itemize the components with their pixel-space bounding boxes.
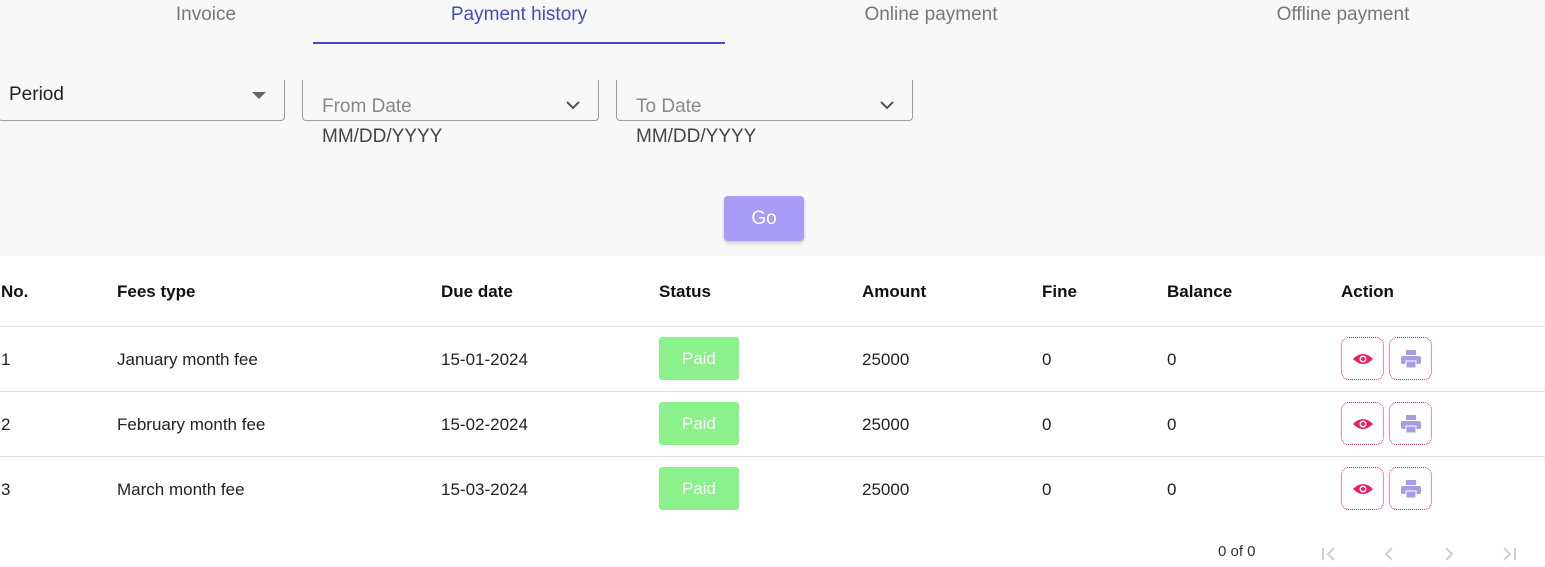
chevron-left-icon	[1384, 547, 1393, 561]
amount: 25000	[862, 480, 910, 499]
column-header-due-date: Due date	[441, 282, 513, 301]
view-button[interactable]	[1341, 402, 1384, 445]
due-date: 15-03-2024	[441, 480, 528, 499]
status-badge: Paid	[659, 467, 739, 510]
due-date: 15-01-2024	[441, 350, 528, 369]
amount: 25000	[862, 415, 910, 434]
period-select-value: Period	[9, 84, 64, 105]
due-date: 15-02-2024	[441, 415, 528, 434]
print-button[interactable]	[1389, 337, 1432, 380]
balance: 0	[1167, 415, 1177, 434]
header-divider	[0, 326, 1545, 327]
column-header-fine: Fine	[1042, 282, 1077, 301]
from-date-hint: MM/DD/YYYY	[322, 126, 443, 147]
row-number: 2	[1, 415, 11, 434]
caret-down-icon	[252, 92, 266, 99]
amount: 25000	[862, 350, 910, 369]
pagination-range: 0 of 0	[1218, 543, 1256, 560]
next-page-button[interactable]	[1437, 542, 1461, 566]
row-divider	[0, 391, 1545, 392]
tab-offline-payment[interactable]: Offline payment	[1137, 0, 1545, 44]
column-header-fees-type: Fees type	[117, 282, 196, 301]
to-date-field[interactable]: To Date	[616, 80, 913, 121]
printer-icon	[1400, 479, 1421, 498]
last-page-icon	[1503, 547, 1516, 561]
tab-bar: Invoice Payment history Online payment O…	[0, 0, 1545, 44]
fine: 0	[1042, 415, 1052, 434]
balance: 0	[1167, 350, 1177, 369]
to-date-hint: MM/DD/YYYY	[636, 126, 757, 147]
filter-area: Invoice Payment history Online payment O…	[0, 0, 1545, 256]
eye-icon	[1352, 483, 1373, 494]
fees-type: February month fee	[117, 415, 266, 434]
balance: 0	[1167, 480, 1177, 499]
print-button[interactable]	[1389, 402, 1432, 445]
eye-icon	[1352, 353, 1373, 364]
to-date-label: To Date	[636, 96, 702, 117]
print-button[interactable]	[1389, 467, 1432, 510]
row-divider	[0, 456, 1545, 457]
tab-online-payment[interactable]: Online payment	[725, 0, 1137, 44]
chevron-down-icon	[566, 101, 580, 110]
chevron-right-icon	[1445, 547, 1454, 561]
fees-type: March month fee	[117, 480, 245, 499]
from-date-field[interactable]: From Date	[302, 80, 599, 121]
from-date-label: From Date	[322, 96, 412, 117]
prev-page-button[interactable]	[1377, 542, 1401, 566]
view-button[interactable]	[1341, 337, 1384, 380]
row-number: 1	[1, 350, 11, 369]
column-header-amount: Amount	[862, 282, 927, 301]
period-select[interactable]: Period	[0, 80, 285, 121]
first-page-button[interactable]	[1317, 542, 1341, 566]
status-badge: Paid	[659, 337, 739, 380]
last-page-button[interactable]	[1497, 542, 1521, 566]
column-header-status: Status	[659, 282, 711, 301]
chevron-down-icon	[880, 101, 894, 110]
view-button[interactable]	[1341, 467, 1384, 510]
fees-type: January month fee	[117, 350, 258, 369]
status-badge: Paid	[659, 402, 739, 445]
column-header-no: No.	[1, 282, 29, 301]
fine: 0	[1042, 350, 1052, 369]
printer-icon	[1400, 349, 1421, 368]
printer-icon	[1400, 414, 1421, 433]
column-header-balance: Balance	[1167, 282, 1233, 301]
fine: 0	[1042, 480, 1052, 499]
column-header-action: Action	[1341, 282, 1394, 301]
tab-payment-history[interactable]: Payment history	[313, 0, 725, 44]
eye-icon	[1352, 418, 1373, 429]
first-page-icon	[1322, 547, 1335, 561]
row-number: 3	[1, 480, 11, 499]
go-button[interactable]: Go	[724, 196, 804, 241]
